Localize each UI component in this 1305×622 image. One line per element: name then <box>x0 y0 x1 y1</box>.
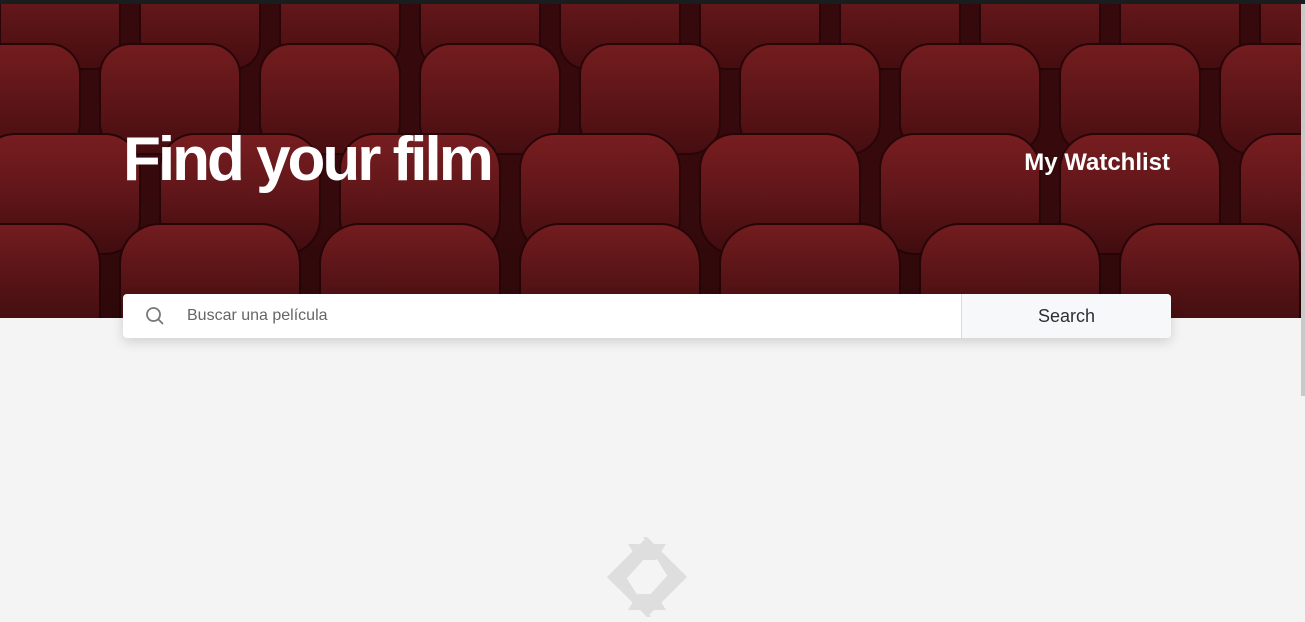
aperture-spinner-icon <box>607 537 687 617</box>
my-watchlist-link[interactable]: My Watchlist <box>1024 148 1170 178</box>
search-bar: Search <box>123 294 1171 338</box>
page-title: Find your film <box>123 125 494 194</box>
scrollbar[interactable] <box>1301 4 1305 396</box>
search-button[interactable]: Search <box>961 294 1171 338</box>
search-icon <box>123 294 187 338</box>
hero-banner: Find your film My Watchlist <box>0 4 1305 318</box>
search-input[interactable] <box>187 294 961 338</box>
